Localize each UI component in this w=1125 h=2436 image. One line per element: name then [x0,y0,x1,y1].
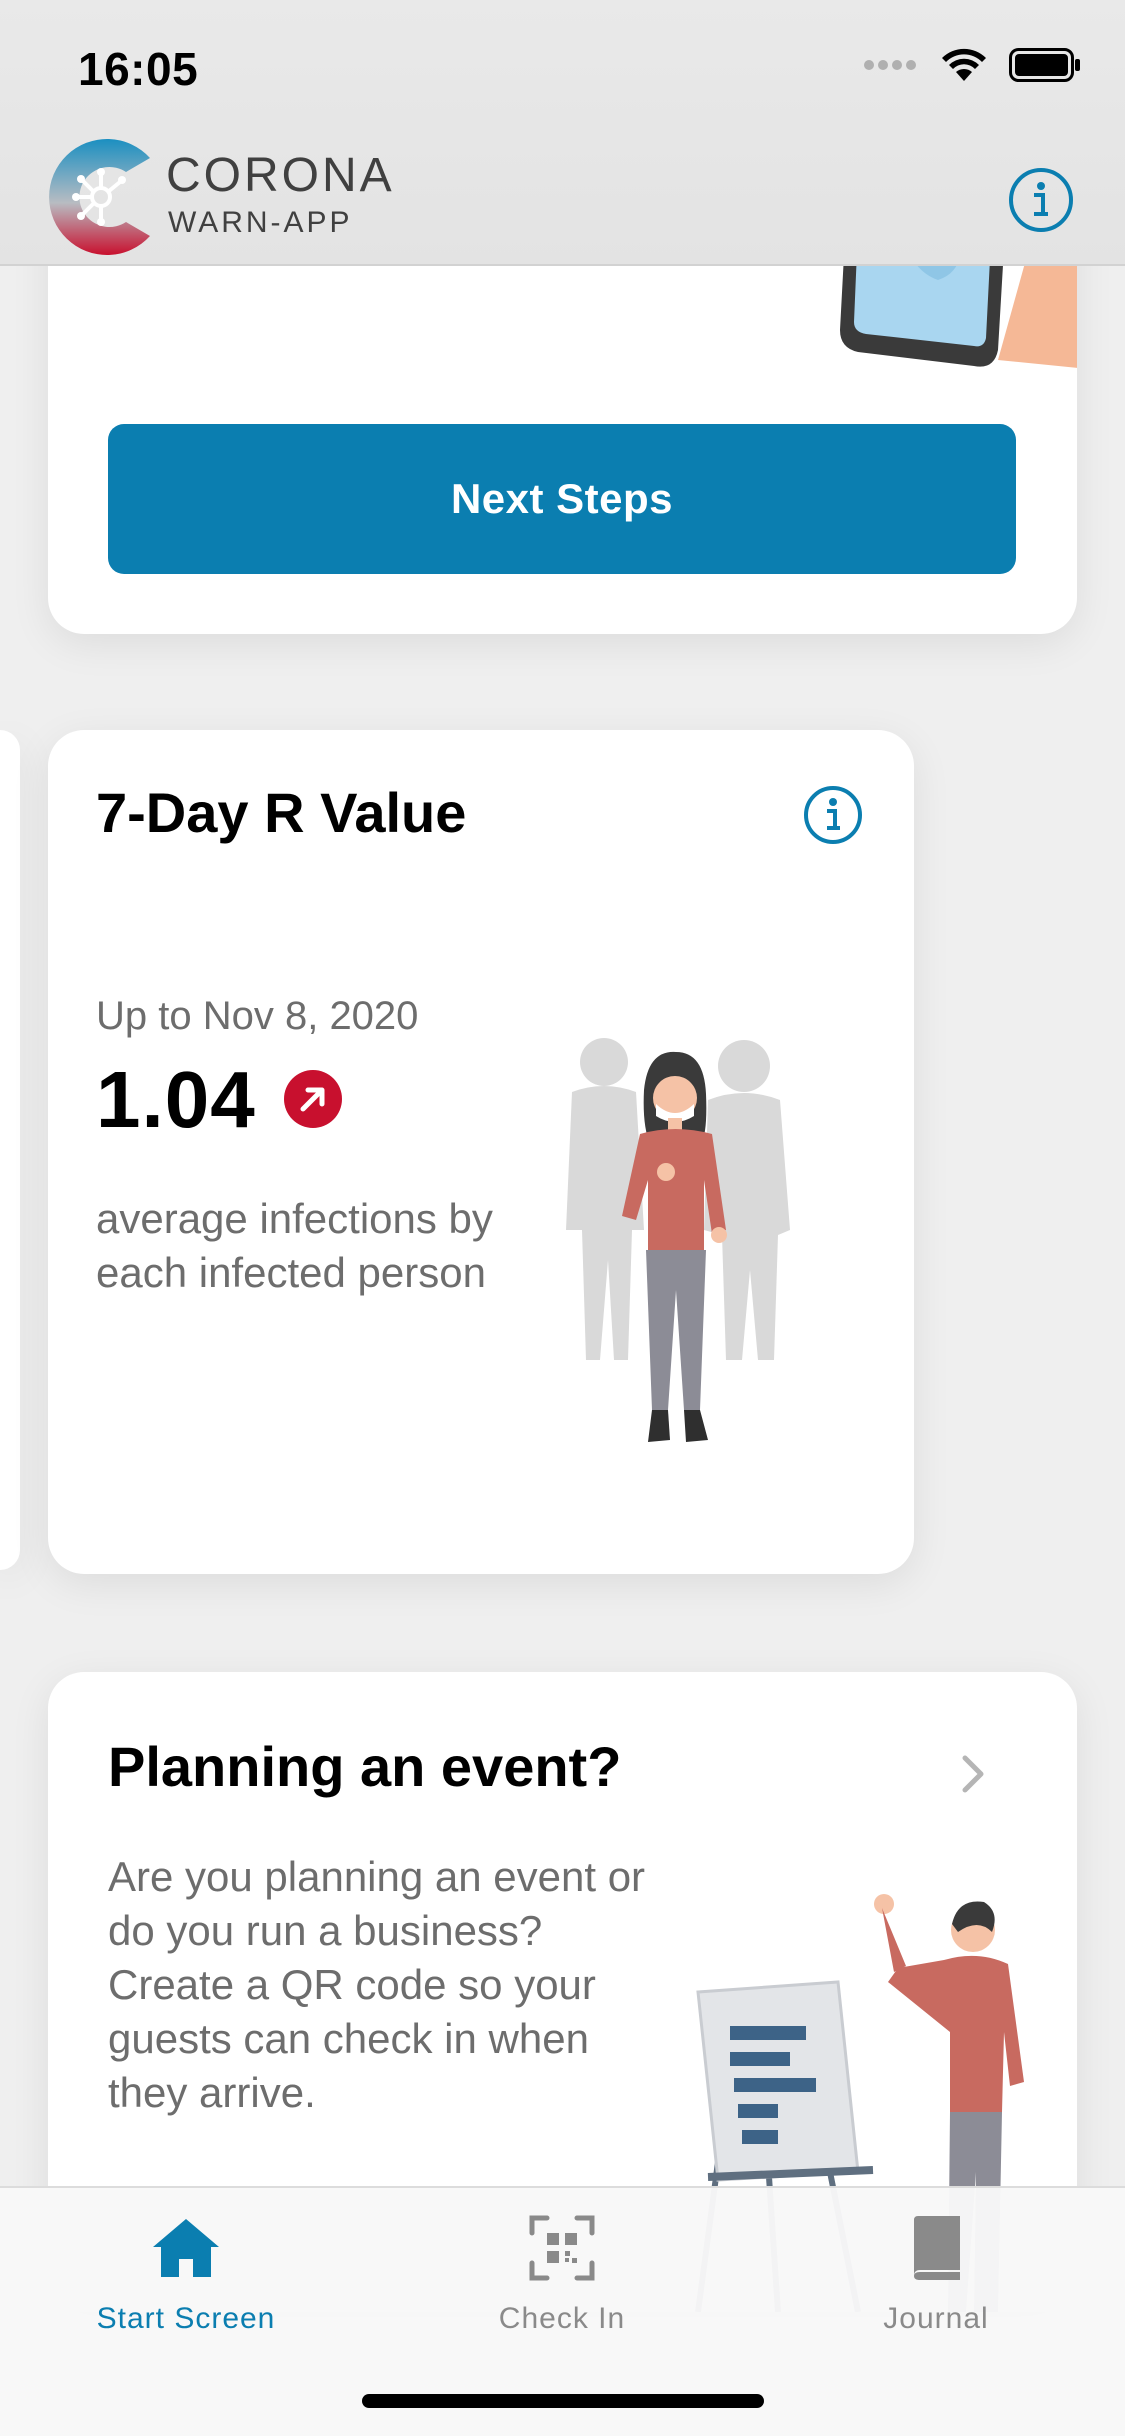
app-header: 16:05 CORONA WARN-APP [0,0,1125,266]
r-value-card[interactable]: 7-Day R Value Up to Nov 8, 2020 1.04 ave… [48,730,914,1574]
info-icon[interactable] [802,784,864,846]
corona-warn-app-logo [49,139,150,255]
r-value-title: 7-Day R Value [96,781,467,844]
status-time: 16:05 [78,43,199,95]
tab-label: Check In [498,2302,626,2335]
info-icon[interactable] [1007,166,1075,234]
home-icon [153,2219,219,2277]
r-value-number: 1.04 [96,1055,256,1144]
people-illustration [566,1038,790,1442]
brand-subtitle: WARN-APP [168,206,353,239]
r-value-date: Up to Nov 8, 2020 [96,994,419,1038]
tab-label: Start Screen [96,2302,276,2335]
r-value-description: average infections by each infected pers… [96,1195,493,1296]
brand-title: CORONA [166,149,395,202]
status-icons [863,48,1081,82]
previous-card-peek[interactable] [0,730,20,1570]
qr-code-icon [529,2215,595,2281]
chevron-right-icon[interactable] [959,1752,989,1796]
event-description: Are you planning an event or do you run … [108,1853,646,2116]
event-title: Planning an event? [108,1735,622,1798]
home-indicator[interactable] [362,2394,764,2408]
tab-start-screen[interactable]: Start Screen [36,2208,336,2336]
trend-up-icon [284,1070,342,1128]
book-icon [914,2216,960,2280]
wifi-icon [942,48,986,81]
next-steps-button[interactable]: Next Steps [108,424,1016,574]
tab-journal[interactable]: Journal [786,2208,1086,2336]
battery-icon [1009,48,1080,82]
tab-label: Journal [883,2302,989,2335]
signal-icon [864,60,916,70]
tab-check-in[interactable]: Check In [412,2208,712,2336]
